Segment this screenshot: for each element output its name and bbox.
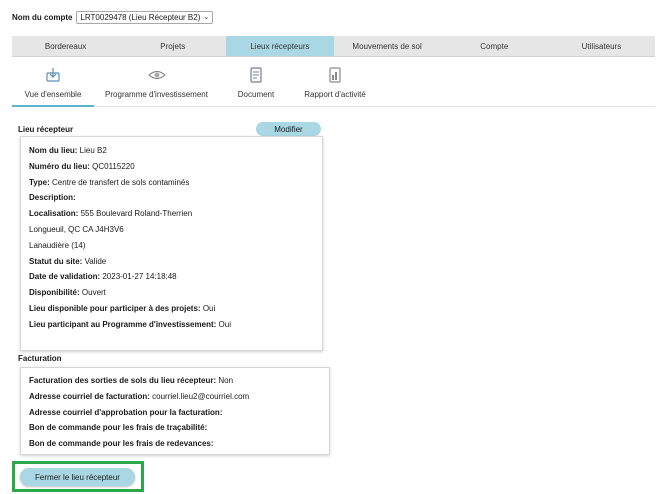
facturation-field-row: Facturation des sorties de sols du lieu … [29,376,234,385]
facturation-field-row: Adresse courriel de facturation: courrie… [29,391,250,401]
subtab-rapport-activite[interactable]: Rapport d'activité [293,63,377,106]
chevron-down-icon: ⌄ [203,14,210,21]
subtab-programme-investissement[interactable]: Programme d'investissement [94,63,219,106]
subtab-label: Programme d'investissement [105,90,208,99]
lieu-field-row: Date de validation: 2023-01-27 14:18:48 [29,272,177,282]
modify-button[interactable]: Modifier [256,122,321,136]
lieu-field-row: Description: [29,193,76,203]
lieu-details-panel: Nom du lieu: Lieu B2 Numéro du lieu: QC0… [20,136,323,351]
account-label: Nom du compte [12,12,73,22]
close-lieu-button[interactable]: Fermer le lieu récepteur [20,468,135,486]
tab-utilisateurs[interactable]: Utilisateurs [548,36,655,56]
eye-icon [147,65,167,85]
subtab-vue-ensemble[interactable]: Vue d'ensemble [12,63,94,107]
tab-bordereaux[interactable]: Bordereaux [12,36,119,56]
main-tabs: Bordereaux Projets Lieux récepteurs Mouv… [12,36,655,57]
lieu-section-title: Lieu récepteur [18,125,74,134]
tab-compte[interactable]: Compte [441,36,548,56]
lieu-field-row: Longueuil, QC CA J4H3V6 [29,224,124,234]
account-select[interactable]: LRT0029478 (Lieu Récepteur B2) ⌄ [76,10,214,24]
lieu-field-row: Lieu participant au Programme d'investis… [29,319,231,329]
subtab-document[interactable]: Document [219,63,293,106]
lieu-field-row: Numéro du lieu: QC0115220 [29,161,135,171]
subtab-label: Rapport d'activité [304,90,366,99]
sub-tabs: Vue d'ensemble Programme d'investissemen… [12,63,655,107]
facturation-field-row: Adresse courriel d'approbation pour la f… [29,407,223,417]
tab-projets[interactable]: Projets [119,36,226,56]
tab-mouvements-de-sol[interactable]: Mouvements de sol [334,36,441,56]
lieu-field-row: Localisation: 555 Boulevard Roland-Therr… [29,209,193,219]
lieu-field-row: Lieu disponible pour participer à des pr… [29,303,216,313]
facturation-section-title: Facturation [18,354,62,363]
account-select-value: LRT0029478 (Lieu Récepteur B2) [80,12,201,22]
lieu-field-row: Type: Centre de transfert de sols contam… [29,177,190,187]
facturation-field-row: Bon de commande pour les frais de traçab… [29,423,208,433]
subtab-label: Document [237,90,275,99]
lieu-field-row: Lanaudière (14) [29,240,86,250]
lieu-field-row: Nom du lieu: Lieu B2 [29,146,107,155]
facturation-field-row: Bon de commande pour les frais de redeva… [29,439,214,449]
close-button-highlight: Fermer le lieu récepteur [12,461,144,492]
tab-lieux-recepteurs[interactable]: Lieux récepteurs [226,36,334,56]
account-row: Nom du compte LRT0029478 (Lieu Récepteur… [12,10,214,24]
lieu-field-row: Statut du site: Valide [29,256,107,266]
download-icon [43,65,63,85]
subtab-label: Vue d'ensemble [24,90,82,99]
lieu-field-row: Disponibilité: Ouvert [29,288,106,298]
document-icon [246,65,266,85]
facturation-panel: Facturation des sorties de sols du lieu … [20,367,330,455]
report-icon [325,65,345,85]
